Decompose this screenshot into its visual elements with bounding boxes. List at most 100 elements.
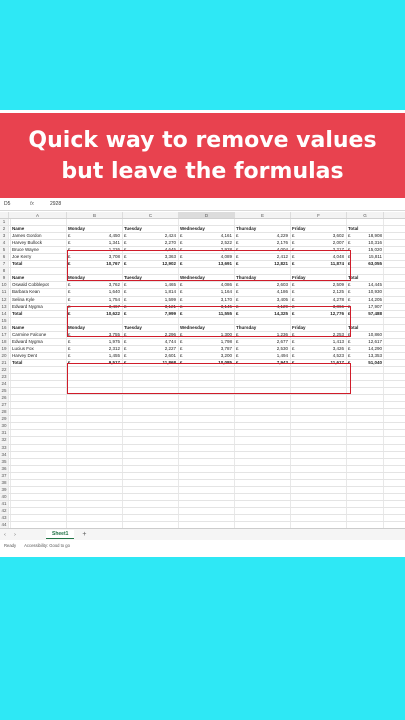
cell[interactable] [235, 458, 291, 465]
value-cell[interactable]: £13,691 [179, 261, 235, 268]
cell[interactable] [67, 479, 123, 486]
cell[interactable] [67, 472, 123, 479]
row-number[interactable]: 40 [0, 493, 9, 500]
cell[interactable] [235, 409, 291, 416]
header-cell[interactable]: Total [347, 226, 384, 233]
value-cell[interactable]: £63,055 [347, 261, 384, 268]
cell[interactable] [123, 479, 179, 486]
value-cell[interactable]: £11,617 [291, 359, 347, 366]
cell-grid[interactable]: A B C D E F G 1 2 Name Monday Tuesday Wednesd… [0, 212, 405, 530]
header-cell[interactable]: Monday [67, 226, 123, 233]
header-cell[interactable]: Friday [291, 226, 347, 233]
row-number[interactable]: 33 [0, 444, 9, 451]
cell[interactable] [11, 493, 67, 500]
row-number[interactable]: 23 [0, 374, 9, 381]
cell[interactable] [123, 219, 179, 226]
cell[interactable] [11, 381, 67, 388]
value-cell[interactable]: £51,040 [347, 359, 384, 366]
cell[interactable] [67, 444, 123, 451]
cell[interactable] [123, 416, 179, 423]
cell[interactable] [291, 366, 347, 374]
header-cell[interactable]: Wednesday [179, 226, 235, 233]
cell[interactable] [347, 514, 384, 522]
value-cell[interactable]: £14,205 [347, 296, 384, 303]
name-cell[interactable]: Lucius Fox [11, 345, 67, 352]
value-cell[interactable]: £10,622 [67, 310, 123, 317]
cell[interactable] [67, 430, 123, 437]
header-cell[interactable]: Thursday [235, 226, 291, 233]
row-number[interactable]: 28 [0, 409, 9, 416]
cell[interactable] [123, 493, 179, 500]
cell[interactable] [123, 366, 179, 374]
cell[interactable] [291, 416, 347, 423]
cell[interactable] [235, 500, 291, 507]
cell[interactable] [347, 472, 384, 479]
cell[interactable] [347, 451, 384, 458]
header-cell[interactable]: Tuesday [123, 275, 179, 282]
value-cell[interactable]: £2,601 [123, 352, 179, 359]
cell[interactable] [235, 219, 291, 226]
name-cell[interactable]: Harvey Dent [11, 352, 67, 359]
value-cell[interactable]: £4,161 [179, 233, 235, 240]
value-cell[interactable]: £4,186 [235, 289, 291, 296]
value-cell[interactable]: £3,170 [179, 296, 235, 303]
value-cell[interactable]: £2,530 [235, 345, 291, 352]
cell[interactable] [347, 219, 384, 226]
row-number[interactable]: 6 [0, 254, 9, 261]
header-cell[interactable]: Name [11, 324, 67, 331]
name-cell[interactable]: Edward Nygma [11, 303, 67, 310]
row-number[interactable]: 31 [0, 430, 9, 437]
value-cell[interactable]: £2,270 [123, 240, 179, 247]
cell[interactable] [347, 268, 384, 275]
cell[interactable] [123, 500, 179, 507]
cell[interactable] [291, 514, 347, 522]
cell[interactable] [347, 479, 384, 486]
row-number[interactable]: 41 [0, 500, 9, 507]
cell[interactable] [11, 402, 67, 409]
cell[interactable] [347, 395, 384, 402]
cell[interactable] [11, 219, 67, 226]
add-sheet-icon[interactable]: + [82, 531, 86, 538]
row-number[interactable]: 8 [0, 268, 9, 275]
cell[interactable] [123, 507, 179, 514]
value-cell[interactable]: £3,762 [67, 282, 123, 289]
value-cell[interactable]: £3,708 [67, 254, 123, 261]
name-cell[interactable]: Oswald Cobblepot [11, 282, 67, 289]
value-cell[interactable]: £2,928 [179, 247, 235, 254]
cell[interactable] [123, 317, 179, 324]
cell[interactable] [235, 472, 291, 479]
cell[interactable] [235, 465, 291, 472]
value-cell[interactable]: £17,907 [347, 303, 384, 310]
cell[interactable] [67, 268, 123, 275]
cell[interactable] [235, 430, 291, 437]
value-cell[interactable]: £3,866 [291, 303, 347, 310]
value-cell[interactable]: £3,405 [235, 296, 291, 303]
value-cell[interactable]: £4,048 [291, 254, 347, 261]
column-header-b[interactable]: B [67, 212, 123, 218]
cell[interactable] [67, 219, 123, 226]
cell[interactable] [179, 388, 235, 395]
cell[interactable] [291, 388, 347, 395]
value-cell[interactable]: £1,494 [235, 352, 291, 359]
cell[interactable] [291, 444, 347, 451]
row-number[interactable]: 7 [0, 261, 9, 268]
value-cell[interactable]: £1,640 [67, 289, 123, 296]
row-number[interactable]: 35 [0, 458, 9, 465]
cell[interactable] [123, 402, 179, 409]
value-cell[interactable]: £3,755 [67, 331, 123, 338]
cell[interactable] [67, 317, 123, 324]
cell[interactable] [291, 423, 347, 430]
name-cell[interactable]: Selina Kyle [11, 296, 67, 303]
cell[interactable] [235, 416, 291, 423]
cell[interactable] [67, 500, 123, 507]
value-cell[interactable]: £3,121 [123, 303, 179, 310]
value-cell[interactable]: £1,455 [67, 352, 123, 359]
header-cell[interactable]: Total [347, 275, 384, 282]
cell[interactable] [347, 423, 384, 430]
row-number[interactable]: 43 [0, 514, 9, 522]
cell[interactable] [179, 486, 235, 493]
cell[interactable] [67, 366, 123, 374]
row-number[interactable]: 15 [0, 317, 9, 324]
value-cell[interactable]: £4,450 [67, 233, 123, 240]
row-number[interactable]: 19 [0, 345, 9, 352]
